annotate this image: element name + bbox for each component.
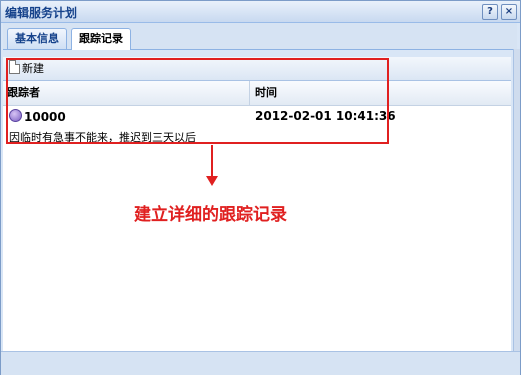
annotation-highlight-box	[6, 58, 389, 144]
bottom-bar	[1, 351, 520, 375]
annotation-arrow-line	[211, 145, 213, 176]
tab-strip: 基本信息 跟踪记录	[3, 23, 517, 50]
tab-basic-info[interactable]: 基本信息	[7, 28, 67, 49]
close-icon[interactable]: ×	[501, 4, 517, 20]
title-bar[interactable]: 编辑服务计划 ? ×	[1, 1, 520, 23]
right-edge-strip	[513, 49, 520, 374]
tab-tracking-records[interactable]: 跟踪记录	[71, 28, 131, 50]
help-icon[interactable]: ?	[482, 4, 498, 20]
annotation-text: 建立详细的跟踪记录	[134, 205, 287, 225]
annotation-arrow-head	[206, 176, 218, 186]
dialog-window: 编辑服务计划 ? × 基本信息 跟踪记录 新建 跟踪者 时间 10000 201…	[0, 0, 521, 375]
dialog-title: 编辑服务计划	[5, 6, 78, 20]
